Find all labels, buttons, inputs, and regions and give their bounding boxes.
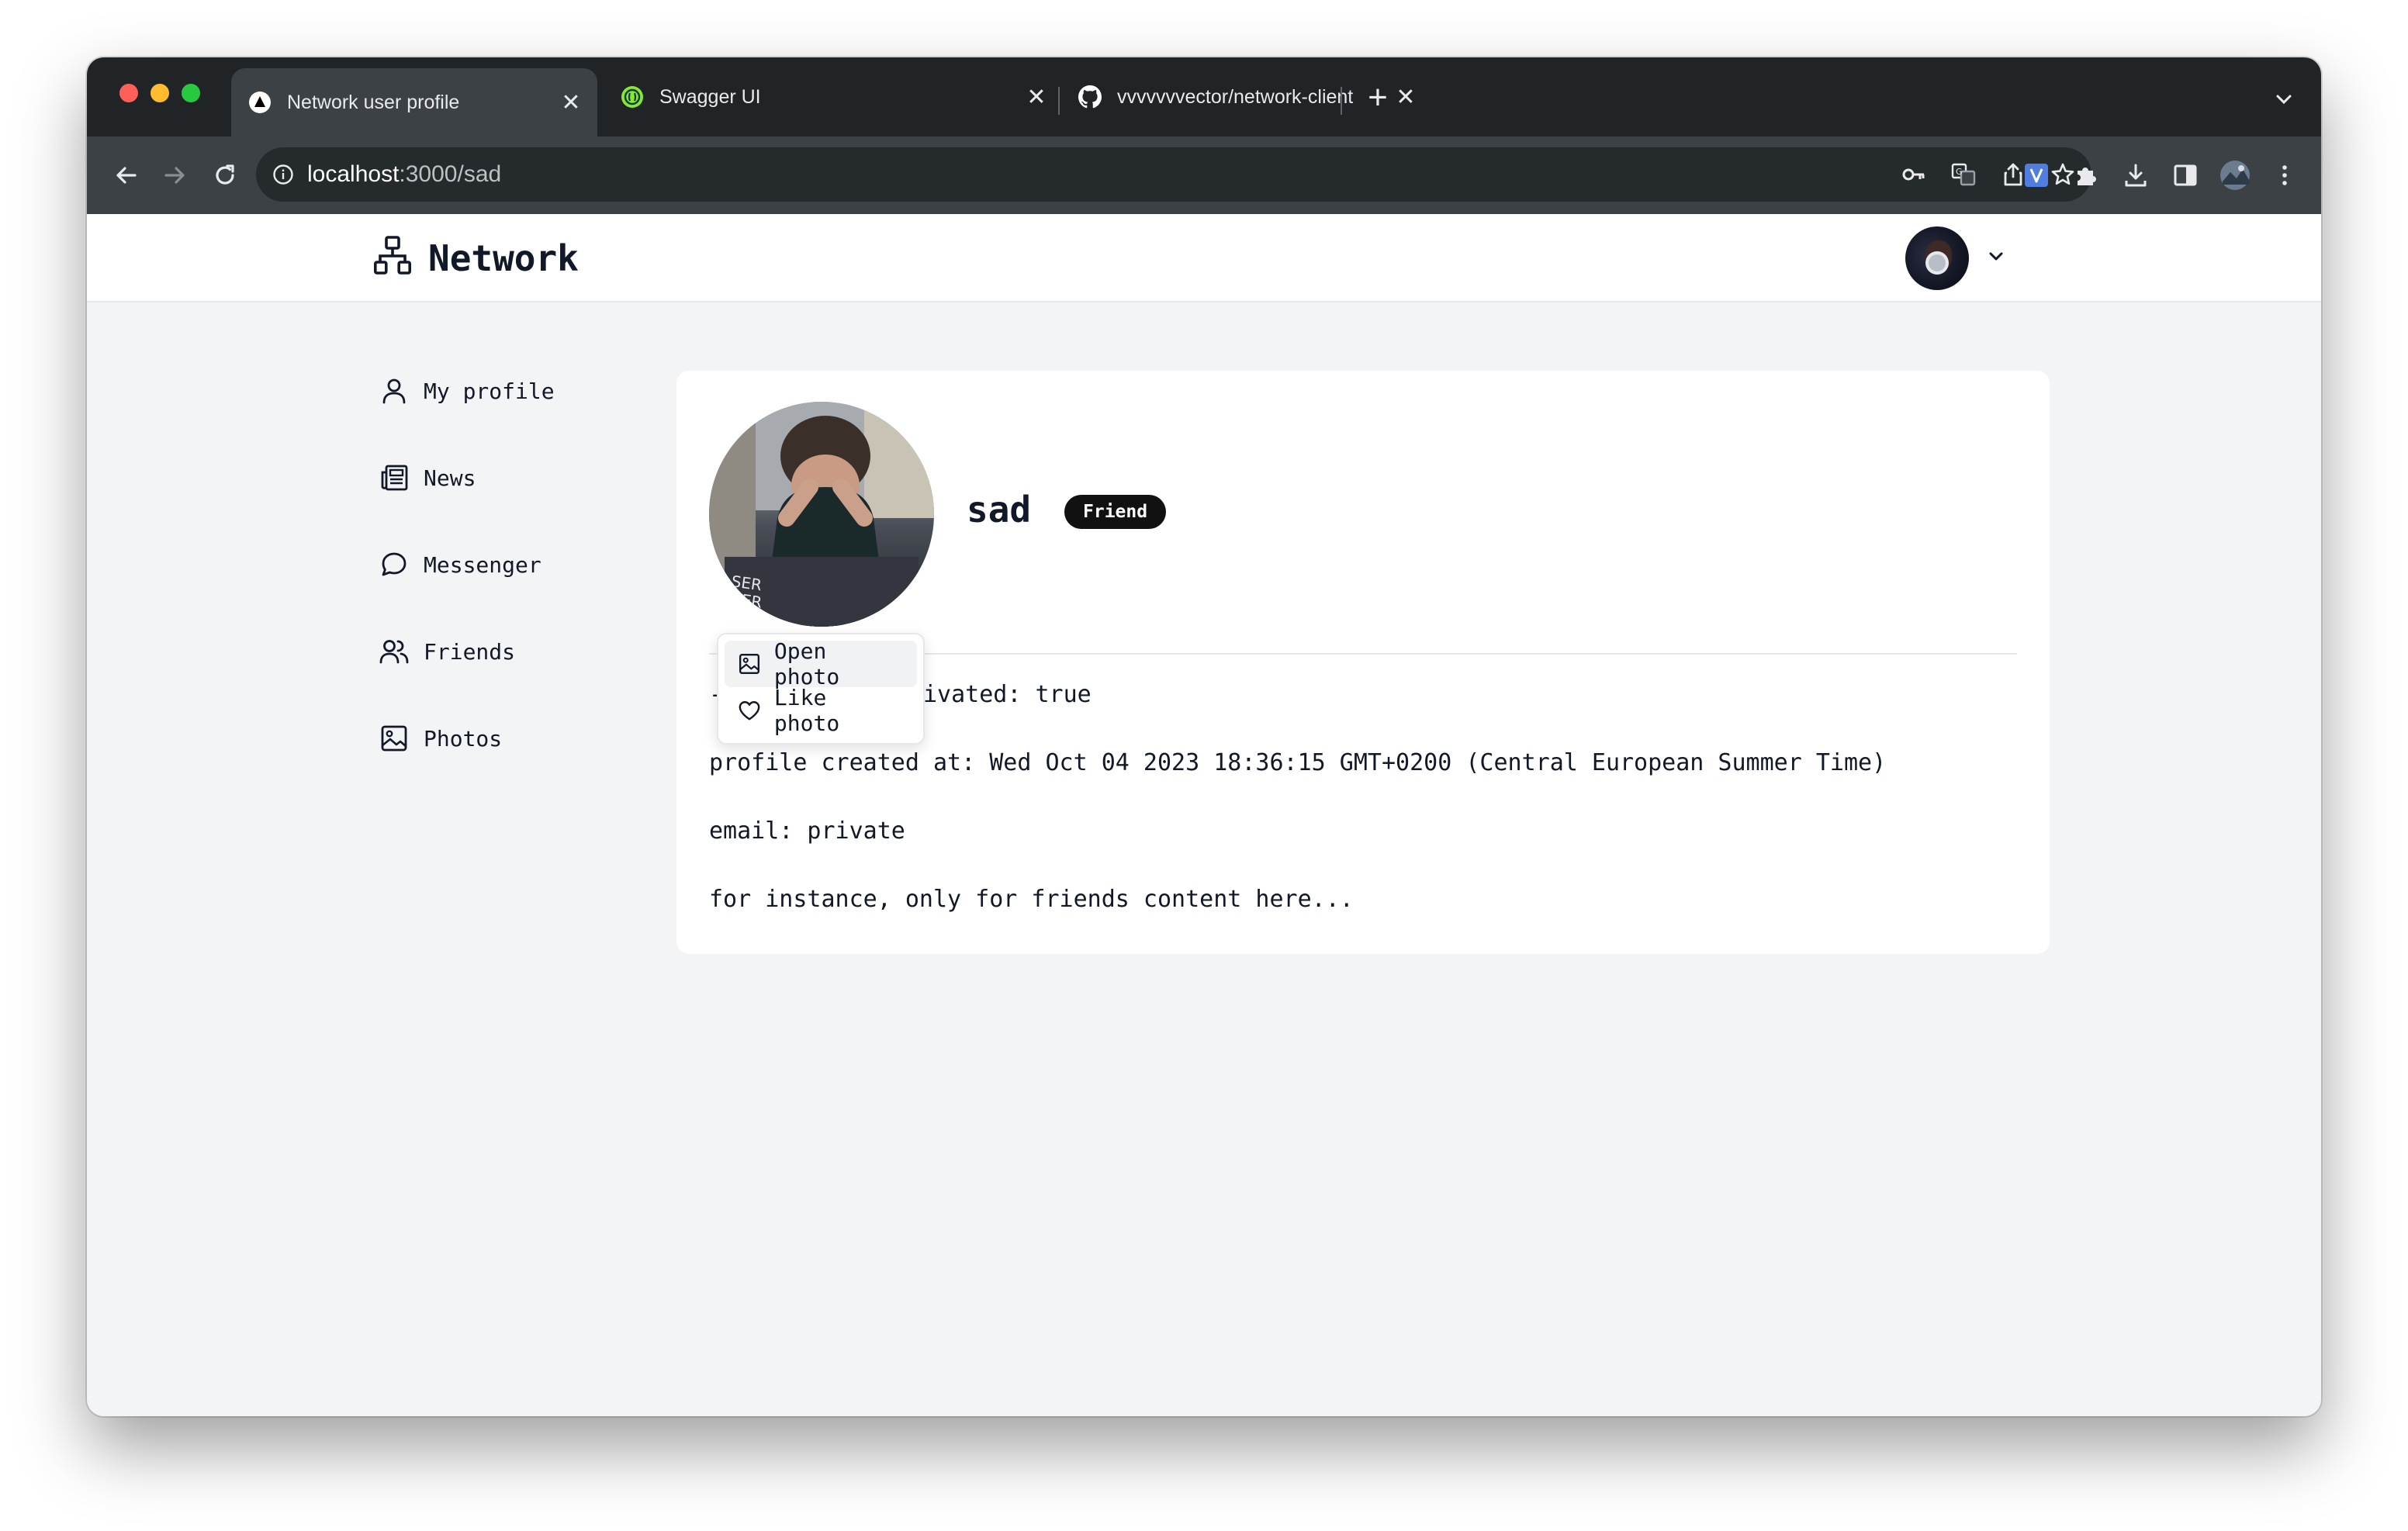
heart-icon: [737, 698, 762, 723]
tab-network-user-profile[interactable]: Network user profile ✕: [231, 68, 597, 137]
friend-badge: Friend: [1064, 495, 1167, 529]
like-photo-menu-item[interactable]: Like photo: [725, 685, 917, 736]
key-icon[interactable]: [1898, 158, 1930, 191]
user-icon: [379, 375, 410, 406]
side-panel-icon[interactable]: [2168, 155, 2203, 195]
translate-icon[interactable]: G: [1947, 158, 1980, 191]
tab-close-button[interactable]: ✕: [557, 88, 585, 116]
vpn-extension-icon[interactable]: [2019, 155, 2054, 195]
browser-menu-kebab-icon[interactable]: [2267, 155, 2302, 195]
url-host: localhost: [307, 161, 400, 187]
profile-username: sad: [967, 489, 1032, 530]
triangle-logo-icon: [248, 91, 272, 114]
tab-title: vvvvvvvector/network-client: [1117, 85, 1354, 108]
network-logo-icon: [373, 236, 412, 280]
tab-swagger-ui[interactable]: Swagger UI ✕: [604, 68, 1063, 126]
url-path: :3000/sad: [399, 161, 502, 187]
image-icon: [737, 651, 762, 676]
download-icon[interactable]: [2118, 155, 2154, 195]
photo-context-menu: Open photo Like photo: [717, 633, 925, 745]
menu-item-label: Open photo: [773, 638, 840, 689]
brand-name: Network: [428, 237, 579, 279]
profile-card: SER HER MAK sad Friend - ivated: true pr…: [676, 371, 2050, 954]
tab-title: Swagger UI: [659, 85, 761, 108]
address-bar[interactable]: localhost:3000/sad G: [256, 147, 2091, 202]
profile-activated-status: ivated: true: [923, 681, 1092, 708]
window-maximize-button[interactable]: [182, 84, 200, 102]
new-tab-button[interactable]: +: [1359, 81, 1396, 118]
svg-text:HER: HER: [728, 589, 763, 612]
sidebar-item-friends[interactable]: Friends: [379, 630, 555, 673]
window-close-button[interactable]: [119, 84, 138, 102]
tab-separator: [1058, 87, 1060, 115]
tab-close-button[interactable]: ✕: [1022, 83, 1050, 111]
brand[interactable]: Network: [373, 236, 579, 280]
open-photo-menu-item[interactable]: Open photo: [725, 638, 917, 689]
tab-title: Network user profile: [287, 91, 460, 113]
svg-text:G: G: [1956, 167, 1963, 177]
browser-toolbar: localhost:3000/sad G: [87, 137, 2321, 214]
sidebar-item-news[interactable]: News: [379, 456, 555, 499]
profile-created-at: profile created at: Wed Oct 04 2023 18:3…: [709, 749, 1887, 776]
extension-icons: [2019, 155, 2302, 195]
chat-bubble-icon: [379, 549, 410, 580]
forward-arrow-icon[interactable]: [155, 155, 195, 195]
back-arrow-icon[interactable]: [106, 155, 146, 195]
puzzle-extensions-icon[interactable]: [2068, 155, 2104, 195]
tab-separator: [1341, 87, 1342, 115]
profile-photo[interactable]: SER HER MAK: [709, 402, 934, 627]
site-info-icon[interactable]: [272, 163, 295, 186]
sidebar-item-messenger[interactable]: Messenger: [379, 543, 555, 586]
friends-only-content: for instance, only for friends content h…: [709, 886, 1354, 913]
tab-strip: Network user profile ✕ Swagger UI ✕ vvvv…: [87, 57, 2321, 137]
github-icon: [1078, 85, 1102, 109]
sidebar-nav: My profile News Messenger Friends Photos: [379, 369, 555, 804]
sidebar-item-label: My profile: [424, 378, 555, 404]
tab-search-chevron-icon[interactable]: [2270, 85, 2298, 113]
chevron-down-icon[interactable]: [1984, 245, 2008, 272]
app-header: Network: [87, 214, 2321, 302]
sidebar-item-photos[interactable]: Photos: [379, 717, 555, 760]
newspaper-icon: [379, 462, 410, 493]
sidebar-item-my-profile[interactable]: My profile: [379, 369, 555, 413]
swagger-icon: [621, 85, 644, 109]
image-icon: [379, 723, 410, 754]
window-minimize-button[interactable]: [150, 84, 169, 102]
url-text: localhost:3000/sad: [307, 161, 501, 188]
reload-icon[interactable]: [205, 155, 245, 195]
sidebar-item-label: Messenger: [424, 551, 541, 578]
user-menu[interactable]: [1905, 226, 2008, 290]
web-page: Network My profile News Messenger Friend…: [87, 214, 2321, 1416]
sidebar-item-label: Photos: [424, 725, 503, 752]
browser-profile-avatar-icon[interactable]: [2217, 155, 2253, 195]
browser-window: Network user profile ✕ Swagger UI ✕ vvvv…: [87, 57, 2321, 1416]
menu-item-label: Like photo: [773, 685, 840, 736]
sidebar-item-label: News: [424, 465, 476, 491]
window-controls: [119, 84, 200, 102]
avatar[interactable]: [1905, 226, 1969, 290]
users-icon: [379, 636, 410, 667]
sidebar-item-label: Friends: [424, 638, 516, 665]
profile-email: email: private: [709, 817, 905, 845]
